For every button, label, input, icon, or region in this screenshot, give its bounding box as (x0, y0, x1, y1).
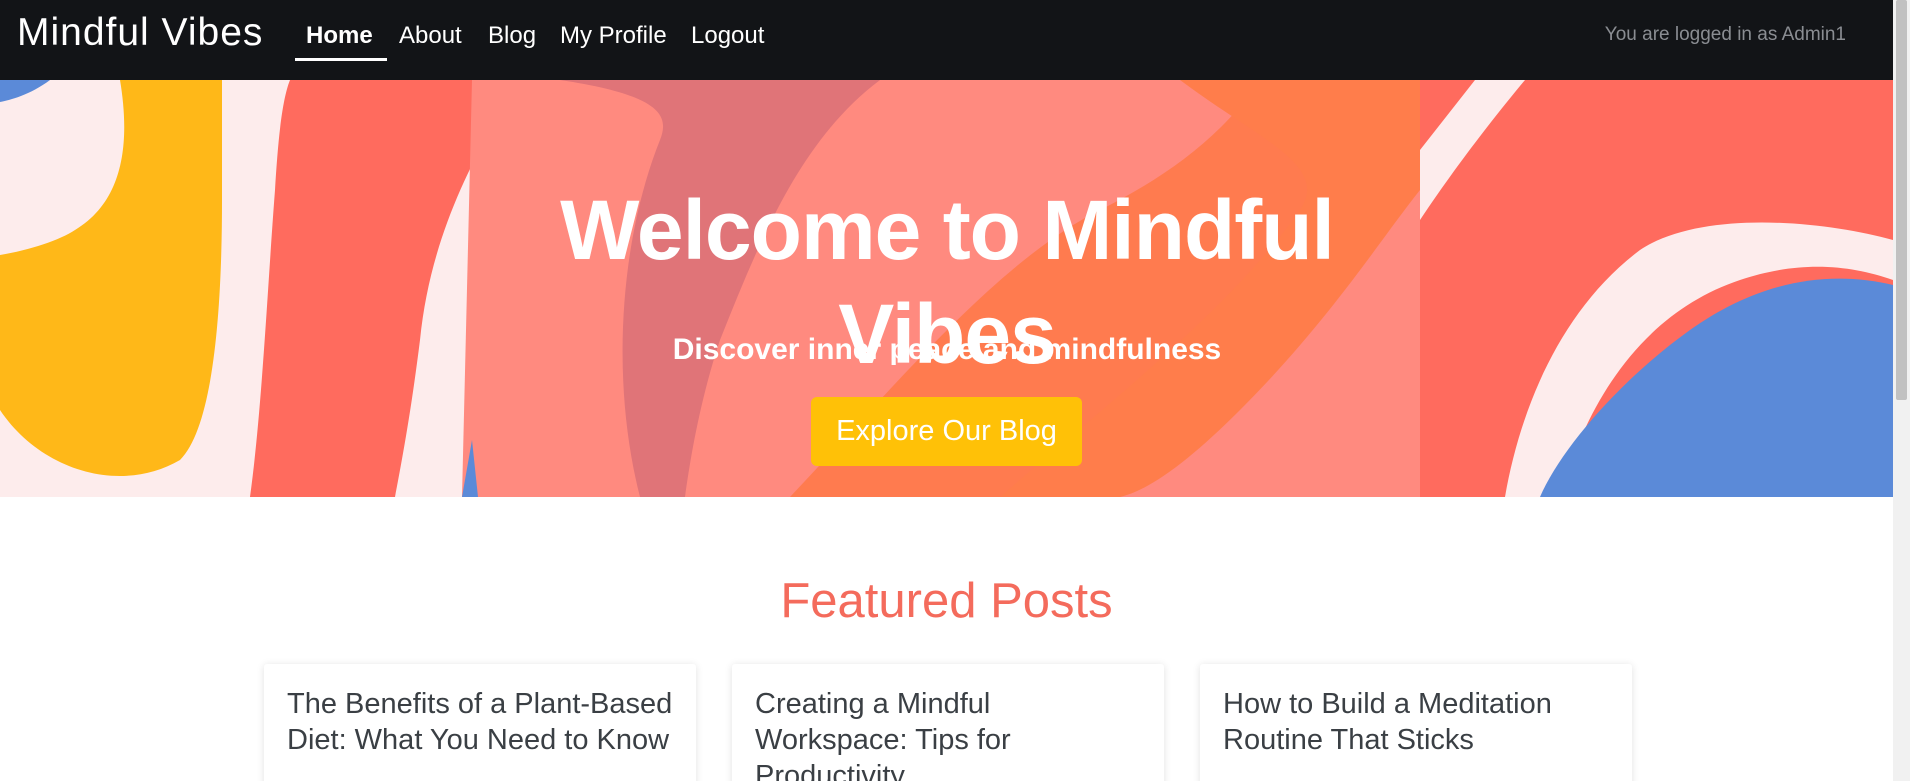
explore-blog-button[interactable]: Explore Our Blog (811, 397, 1082, 466)
nav-link-home[interactable]: Home (306, 18, 373, 54)
nav-link-about[interactable]: About (399, 18, 462, 54)
scrollbar-thumb[interactable] (1896, 0, 1907, 400)
featured-post-card[interactable]: How to Build a Meditation Routine That S… (1200, 664, 1632, 781)
nav-link-my-profile[interactable]: My Profile (560, 18, 667, 54)
brand-logo-link[interactable]: Mindful Vibes (17, 10, 263, 56)
top-navbar: Mindful Vibes Home About Blog My Profile… (0, 0, 1893, 80)
nav-link-blog[interactable]: Blog (488, 18, 536, 54)
post-card-title[interactable]: The Benefits of a Plant-Based Diet: What… (287, 686, 679, 758)
hero-banner: Welcome to Mindful Vibes Discover inner … (0, 80, 1893, 497)
featured-post-card[interactable]: The Benefits of a Plant-Based Diet: What… (264, 664, 696, 781)
logged-in-status: You are logged in as Admin1 (1604, 24, 1846, 45)
page: Mindful Vibes Home About Blog My Profile… (0, 0, 1910, 781)
vertical-scrollbar[interactable] (1893, 0, 1910, 781)
nav-link-logout[interactable]: Logout (691, 18, 764, 54)
hero-subtitle: Discover inner peace and mindfulness (672, 333, 1222, 366)
featured-post-card[interactable]: Creating a Mindful Workspace: Tips for P… (732, 664, 1164, 781)
post-card-title[interactable]: Creating a Mindful Workspace: Tips for P… (755, 686, 1147, 781)
post-card-title[interactable]: How to Build a Meditation Routine That S… (1223, 686, 1615, 758)
featured-posts-heading: Featured Posts (780, 574, 1113, 628)
active-link-underline (295, 58, 387, 61)
